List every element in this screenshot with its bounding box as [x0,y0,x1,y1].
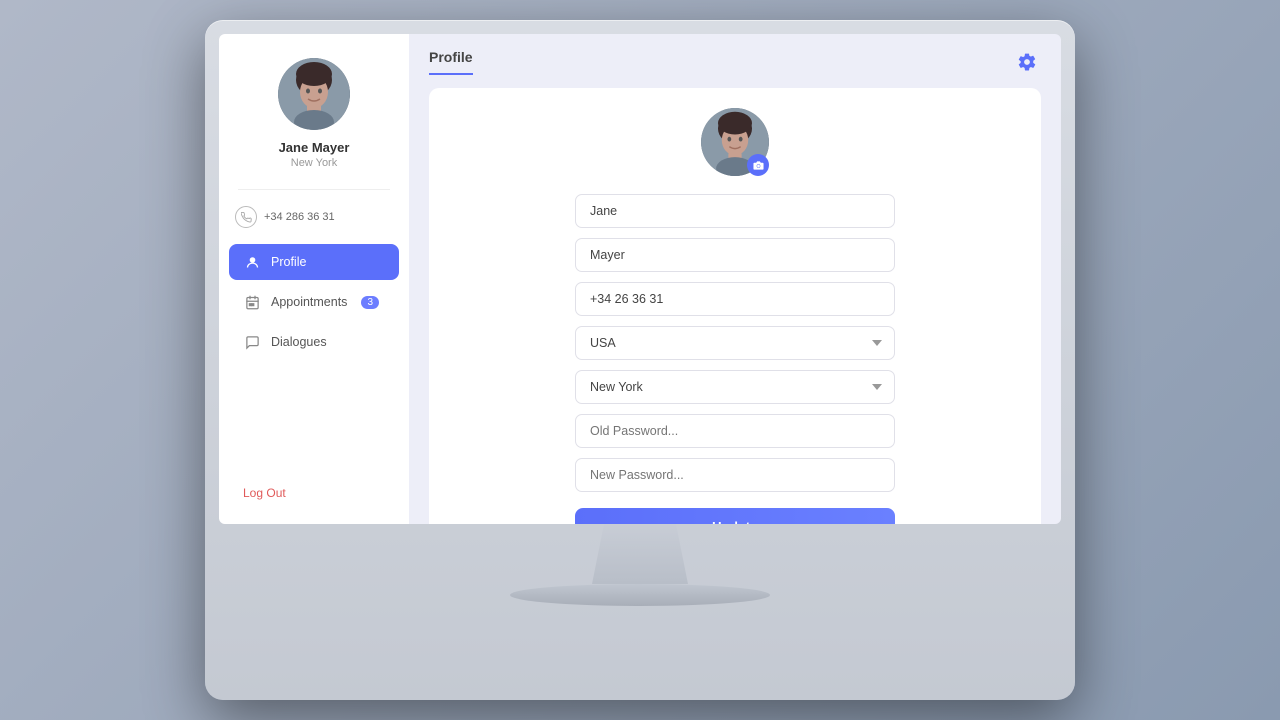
city-field-wrap: New York Los Angeles Chicago [575,370,895,404]
phone-field-wrap [575,282,895,316]
sidebar-avatar [278,58,350,130]
top-bar: Profile [409,34,1061,76]
main-content: Profile [409,34,1061,524]
profile-tab-label[interactable]: Profile [429,49,473,75]
appointments-nav-label: Appointments [271,295,347,309]
update-button[interactable]: Update [575,508,895,524]
chat-icon [243,333,261,351]
dialogues-nav-label: Dialogues [271,335,327,349]
phone-row: +34 286 36 31 [219,196,409,238]
first-name-input[interactable] [575,194,895,228]
monitor: Jane Mayer New York +34 286 36 31 [205,20,1075,700]
country-field-wrap: USA Canada UK Spain [575,326,895,360]
last-name-input[interactable] [575,238,895,272]
sidebar-phone: +34 286 36 31 [264,211,335,223]
appointments-badge: 3 [361,296,379,309]
settings-button[interactable] [1013,48,1041,76]
last-name-field-wrap [575,238,895,272]
sidebar-user-name: Jane Mayer [279,140,350,155]
new-password-input[interactable] [575,458,895,492]
sidebar-divider [238,189,390,190]
sidebar-user-location: New York [291,157,337,169]
profile-nav-label: Profile [271,255,306,269]
city-select[interactable]: New York Los Angeles Chicago [575,370,895,404]
sidebar-item-profile[interactable]: Profile [229,244,399,280]
new-password-field-wrap [575,458,895,492]
monitor-stand-neck [580,524,700,584]
country-select[interactable]: USA Canada UK Spain [575,326,895,360]
logout-button[interactable]: Log Out [219,478,300,508]
sidebar-item-appointments[interactable]: Appointments 3 [229,284,399,320]
old-password-field-wrap [575,414,895,448]
person-icon [243,253,261,271]
sidebar-item-dialogues[interactable]: Dialogues [229,324,399,360]
camera-badge-button[interactable] [747,154,769,176]
old-password-input[interactable] [575,414,895,448]
sidebar: Jane Mayer New York +34 286 36 31 [219,34,409,524]
calendar-icon [243,293,261,311]
nav-items: Profile Appointments 3 [219,244,409,360]
screen: Jane Mayer New York +34 286 36 31 [219,34,1061,524]
first-name-field-wrap [575,194,895,228]
monitor-stand-base [510,584,770,606]
phone-input[interactable] [575,282,895,316]
profile-avatar-container [701,108,769,176]
phone-icon [235,206,257,228]
profile-card: USA Canada UK Spain New York Los Angeles… [429,88,1041,524]
